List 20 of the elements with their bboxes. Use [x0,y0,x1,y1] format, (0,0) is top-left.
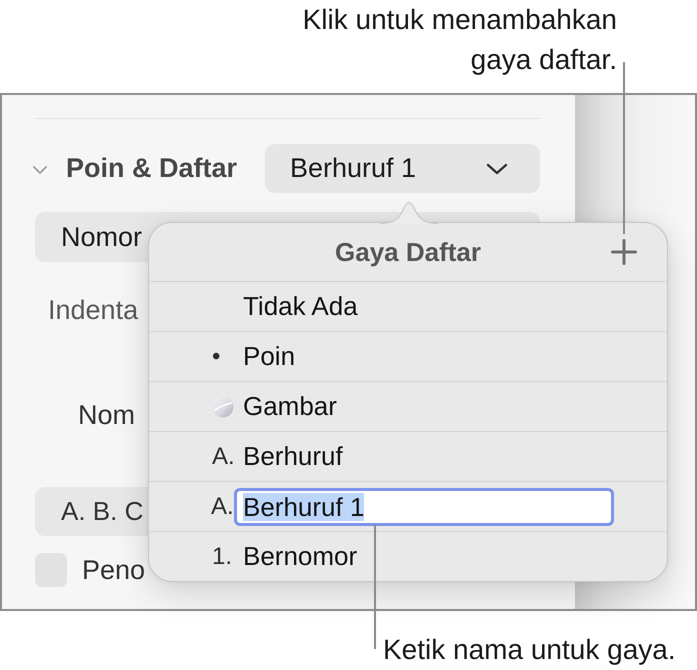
callout-text: Klik untuk menambahkan gaya daftar. [302,3,617,77]
chevron-icon[interactable] [33,166,47,174]
selected-text: Berhuruf 1 [243,492,364,520]
chevron-down-icon [486,162,508,174]
list-style-item[interactable]: Gambar [149,382,667,432]
plus-icon[interactable] [611,239,637,265]
ball-icon [212,396,234,418]
list-style-item[interactable]: A. Berhuruf [149,432,667,482]
list-marker: A. [211,492,234,520]
section-title: Poin & Daftar [66,153,238,184]
list-style-item[interactable]: Tidak Ada [149,282,667,332]
numbering-label: Nom [78,400,136,430]
callout-text: Ketik nama untuk gaya. [383,634,676,665]
checkbox-label: Peno [82,554,146,586]
list-style-item[interactable]: • Poin [149,332,667,382]
indent-label: Indenta [48,295,138,325]
style-popup-button[interactable]: Berhuruf 1 [265,144,540,193]
style-name-field[interactable]: Berhuruf 1 [234,488,614,526]
list-style-item[interactable]: 1. Bernomor [149,532,667,581]
popover-title: Gaya Daftar [335,236,481,268]
